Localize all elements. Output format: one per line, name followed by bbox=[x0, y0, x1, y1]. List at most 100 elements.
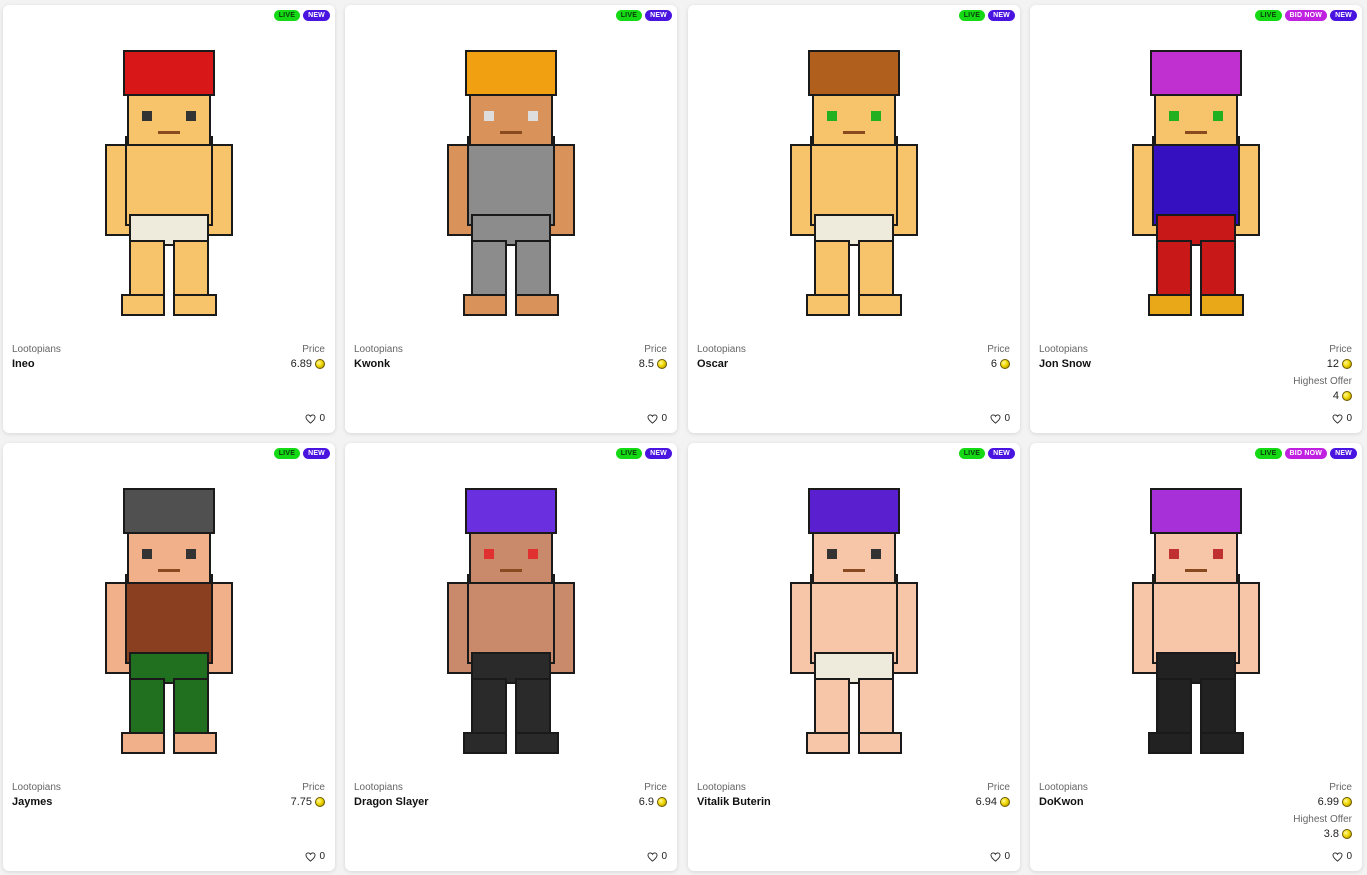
character-sprite bbox=[1132, 50, 1260, 316]
highest-offer-value: 3.8 bbox=[1324, 828, 1352, 840]
price-amount: 6.9 bbox=[638, 796, 654, 808]
character-sprite bbox=[105, 50, 233, 316]
nft-name[interactable]: Kwonk bbox=[354, 358, 390, 370]
nft-image[interactable] bbox=[3, 483, 335, 773]
like-count: 0 bbox=[319, 413, 325, 424]
nft-card[interactable]: LIVE NEW Lootopians Kwonk Price 8.5 0 bbox=[345, 5, 677, 433]
price-amount: 8.5 bbox=[638, 358, 654, 370]
character-sprite bbox=[447, 488, 575, 754]
price-label: Price bbox=[1329, 782, 1352, 793]
nft-name[interactable]: Dragon Slayer bbox=[354, 796, 429, 808]
nft-image[interactable] bbox=[345, 483, 677, 773]
new-badge: NEW bbox=[1330, 10, 1357, 21]
coin-icon bbox=[657, 797, 667, 807]
like-count: 0 bbox=[319, 851, 325, 862]
like-button[interactable]: 0 bbox=[647, 413, 667, 424]
like-count: 0 bbox=[1346, 851, 1352, 862]
live-badge: LIVE bbox=[958, 10, 986, 21]
like-button[interactable]: 0 bbox=[305, 413, 325, 424]
coin-icon bbox=[1342, 359, 1352, 369]
price-value: 6.99 bbox=[1318, 796, 1352, 808]
live-badge: LIVE bbox=[273, 10, 301, 21]
nft-image[interactable] bbox=[688, 45, 1020, 335]
live-badge: LIVE bbox=[273, 448, 301, 459]
new-badge: NEW bbox=[1330, 448, 1357, 459]
highest-offer-value: 4 bbox=[1333, 390, 1352, 402]
price-label: Price bbox=[644, 782, 667, 793]
price-value: 7.75 bbox=[291, 796, 325, 808]
coin-icon bbox=[1342, 391, 1352, 401]
bid-now-badge: BID NOW bbox=[1284, 448, 1328, 459]
price-amount: 6.89 bbox=[290, 358, 312, 370]
coin-icon bbox=[1342, 797, 1352, 807]
coin-icon bbox=[1000, 797, 1010, 807]
collection-name: Lootopians bbox=[1039, 344, 1088, 355]
heart-icon bbox=[990, 413, 1001, 424]
nft-image[interactable] bbox=[1030, 483, 1362, 773]
offer-amount: 3.8 bbox=[1323, 828, 1339, 840]
nft-name[interactable]: Jaymes bbox=[12, 796, 52, 808]
price-value: 12 bbox=[1327, 358, 1352, 370]
badge-group: LIVE NEW bbox=[273, 448, 330, 459]
like-button[interactable]: 0 bbox=[647, 851, 667, 862]
collection-name: Lootopians bbox=[697, 782, 746, 793]
nft-image[interactable] bbox=[688, 483, 1020, 773]
nft-image[interactable] bbox=[3, 45, 335, 335]
badge-group: LIVE NEW bbox=[273, 10, 330, 21]
nft-card[interactable]: LIVE NEW Lootopians Vitalik Buterin Pric… bbox=[688, 443, 1020, 871]
price-label: Price bbox=[1329, 344, 1352, 355]
nft-image[interactable] bbox=[345, 45, 677, 335]
like-button[interactable]: 0 bbox=[305, 851, 325, 862]
nft-card[interactable]: LIVE BID NOW NEW Lootopians DoKwon Price… bbox=[1030, 443, 1362, 871]
nft-image[interactable] bbox=[1030, 45, 1362, 335]
like-count: 0 bbox=[661, 413, 667, 424]
collection-name: Lootopians bbox=[354, 344, 403, 355]
like-button[interactable]: 0 bbox=[990, 413, 1010, 424]
nft-name[interactable]: Oscar bbox=[697, 358, 728, 370]
live-badge: LIVE bbox=[958, 448, 986, 459]
new-badge: NEW bbox=[303, 448, 330, 459]
coin-icon bbox=[657, 359, 667, 369]
badge-group: LIVE BID NOW NEW bbox=[1255, 10, 1357, 21]
nft-name[interactable]: Jon Snow bbox=[1039, 358, 1091, 370]
coin-icon bbox=[315, 797, 325, 807]
coin-icon bbox=[1342, 829, 1352, 839]
character-sprite bbox=[790, 50, 918, 316]
live-badge: LIVE bbox=[1255, 448, 1282, 459]
like-count: 0 bbox=[1004, 413, 1010, 424]
like-button[interactable]: 0 bbox=[1332, 851, 1352, 862]
nft-name[interactable]: Vitalik Buterin bbox=[697, 796, 771, 808]
badge-group: LIVE NEW bbox=[615, 448, 672, 459]
price-amount: 6.94 bbox=[975, 796, 997, 808]
nft-name[interactable]: Ineo bbox=[12, 358, 35, 370]
live-badge: LIVE bbox=[615, 448, 643, 459]
like-count: 0 bbox=[1004, 851, 1010, 862]
nft-name[interactable]: DoKwon bbox=[1039, 796, 1084, 808]
badge-group: LIVE NEW bbox=[958, 448, 1015, 459]
badge-group: LIVE NEW bbox=[615, 10, 672, 21]
nft-card[interactable]: LIVE BID NOW NEW Lootopians Jon Snow Pri… bbox=[1030, 5, 1362, 433]
price-value: 8.5 bbox=[639, 358, 667, 370]
new-badge: NEW bbox=[988, 448, 1015, 459]
collection-name: Lootopians bbox=[12, 344, 61, 355]
new-badge: NEW bbox=[988, 10, 1015, 21]
character-sprite bbox=[790, 488, 918, 754]
collection-name: Lootopians bbox=[1039, 782, 1088, 793]
coin-icon bbox=[1000, 359, 1010, 369]
live-badge: LIVE bbox=[615, 10, 643, 21]
like-button[interactable]: 0 bbox=[1332, 413, 1352, 424]
collection-name: Lootopians bbox=[354, 782, 403, 793]
collection-name: Lootopians bbox=[697, 344, 746, 355]
bid-now-badge: BID NOW bbox=[1284, 10, 1328, 21]
price-amount: 6 bbox=[990, 358, 997, 370]
like-button[interactable]: 0 bbox=[990, 851, 1010, 862]
price-label: Price bbox=[987, 782, 1010, 793]
heart-icon bbox=[305, 413, 316, 424]
nft-card[interactable]: LIVE NEW Lootopians Oscar Price 6 0 bbox=[688, 5, 1020, 433]
nft-card[interactable]: LIVE NEW Lootopians Jaymes Price 7.75 0 bbox=[3, 443, 335, 871]
coin-icon bbox=[315, 359, 325, 369]
nft-card[interactable]: LIVE NEW Lootopians Dragon Slayer Price … bbox=[345, 443, 677, 871]
price-value: 6.9 bbox=[639, 796, 667, 808]
character-sprite bbox=[447, 50, 575, 316]
nft-card[interactable]: LIVE NEW Lootopians Ineo Price 6.89 0 bbox=[3, 5, 335, 433]
